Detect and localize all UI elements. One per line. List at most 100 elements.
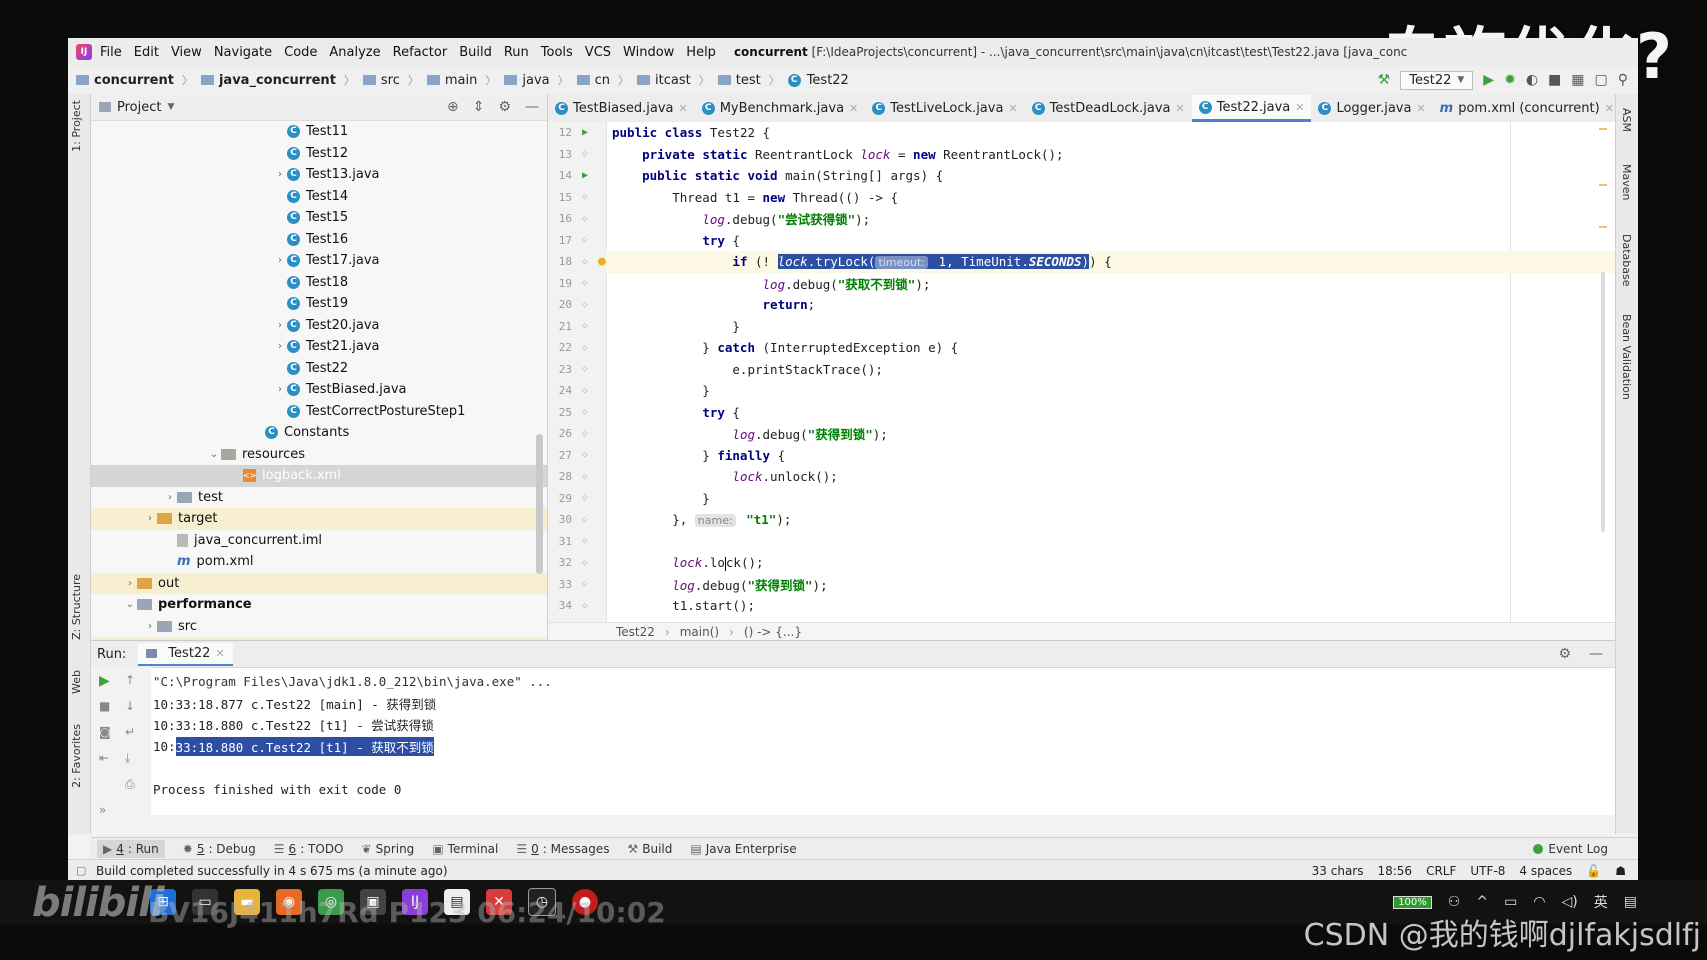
- fold-marker-icon[interactable]: ◇: [582, 149, 587, 159]
- fold-marker-icon[interactable]: ◇: [582, 300, 587, 310]
- tree-item[interactable]: › C Test20.java: [91, 315, 547, 337]
- gear-icon[interactable]: ⚙: [498, 99, 511, 115]
- scroll-to-end-icon[interactable]: ⤓: [125, 751, 130, 766]
- editor-scrollbar[interactable]: [1597, 122, 1607, 622]
- project-structure-icon[interactable]: ▦: [1571, 72, 1584, 88]
- down-arrow-icon[interactable]: ↓: [125, 699, 135, 713]
- menu-window[interactable]: Window: [623, 45, 674, 60]
- fold-marker-icon[interactable]: ◇: [582, 601, 587, 611]
- tree-item[interactable]: ⌄ performance: [91, 594, 547, 616]
- inspector-icon[interactable]: ☗: [1615, 864, 1626, 878]
- fold-marker-icon[interactable]: ◇: [582, 515, 587, 525]
- tree-item[interactable]: › C Test21.java: [91, 336, 547, 358]
- tree-item[interactable]: C Test22: [91, 358, 547, 380]
- status-bar-toggle-icon[interactable]: ▢: [76, 864, 86, 877]
- event-log-button[interactable]: Event Log: [1533, 842, 1608, 856]
- tree-item[interactable]: <> logback.xml: [91, 465, 547, 487]
- camera-icon[interactable]: ◙: [99, 725, 111, 739]
- chevron-down-icon[interactable]: ▼: [167, 102, 174, 112]
- more-icon[interactable]: »: [99, 803, 106, 817]
- editor-tab[interactable]: C Logger.java ✕: [1311, 95, 1432, 122]
- editor-breadcrumb-item[interactable]: main(): [680, 625, 719, 639]
- tool-window-button[interactable]: ☰ 6: TODO: [274, 842, 344, 856]
- tool-structure-label[interactable]: Z: Structure: [70, 574, 83, 640]
- tree-item[interactable]: C Test11: [91, 121, 547, 143]
- rerun-icon[interactable]: ▶: [99, 673, 110, 689]
- code-line[interactable]: 19 ◇ log.debug("获取不到锁");: [559, 273, 1615, 295]
- tray-expand-icon[interactable]: ^: [1476, 894, 1488, 910]
- wifi-icon[interactable]: ◠: [1533, 894, 1545, 910]
- breadcrumb-item[interactable]: main 〉: [426, 72, 496, 88]
- tree-item[interactable]: ⌄ resources: [91, 444, 547, 466]
- code-line[interactable]: 15 ◇ Thread t1 = new Thread(() -> {: [559, 187, 1615, 209]
- code-line[interactable]: 30 ◇ }, name: "t1");: [559, 509, 1615, 531]
- expand-arrow-icon[interactable]: ›: [143, 621, 157, 632]
- fold-marker-icon[interactable]: ◇: [582, 407, 587, 417]
- tree-item[interactable]: C Test15: [91, 207, 547, 229]
- tree-item[interactable]: › out: [91, 572, 547, 594]
- expand-arrow-icon[interactable]: ›: [273, 320, 287, 331]
- code-line[interactable]: 17 ◇ try {: [559, 230, 1615, 252]
- status-indent[interactable]: 4 spaces: [1519, 864, 1572, 878]
- fold-marker-icon[interactable]: ◇: [582, 214, 587, 224]
- tool-project-label[interactable]: 1: Project: [70, 100, 83, 152]
- breadcrumb-item[interactable]: C Test22: [787, 73, 849, 88]
- code-line[interactable]: 33 ◇ log.debug("获得到锁");: [559, 574, 1615, 596]
- build-hammer-icon[interactable]: ⚒: [1378, 72, 1391, 88]
- code-line[interactable]: 22 ◇ } catch (InterruptedException e) {: [559, 337, 1615, 359]
- tool-window-button[interactable]: ❦ Spring: [362, 842, 415, 856]
- tree-item[interactable]: C Test18: [91, 272, 547, 294]
- breadcrumb-item[interactable]: java 〉: [504, 72, 569, 88]
- status-caret-position[interactable]: 18:56: [1377, 864, 1412, 878]
- editor-breadcrumb-item[interactable]: () -> {...}: [744, 625, 802, 639]
- project-scrollbar[interactable]: [536, 434, 543, 574]
- expand-arrow-icon[interactable]: ›: [143, 513, 157, 524]
- editor-breadcrumb-item[interactable]: Test22: [616, 625, 655, 639]
- close-icon[interactable]: ✕: [1008, 102, 1017, 115]
- editor-tab[interactable]: C Test22.java ✕: [1191, 95, 1312, 122]
- status-encoding[interactable]: UTF-8: [1470, 864, 1505, 878]
- menu-build[interactable]: Build: [459, 45, 492, 60]
- debug-icon[interactable]: ✹: [1504, 72, 1516, 88]
- hide-icon[interactable]: —: [525, 99, 539, 115]
- code-line[interactable]: 27 ◇ } finally {: [559, 445, 1615, 467]
- run-tab-test22[interactable]: Test22 ✕: [138, 642, 233, 666]
- breadcrumb-item[interactable]: java_concurrent 〉: [200, 72, 355, 88]
- code-line[interactable]: 31 ◇: [559, 531, 1615, 553]
- search-icon[interactable]: ⚲: [1618, 72, 1628, 88]
- tree-item[interactable]: C Test16: [91, 229, 547, 251]
- code-line[interactable]: 23 ◇ e.printStackTrace();: [559, 359, 1615, 381]
- tree-item[interactable]: C TestCorrectPostureStep1: [91, 401, 547, 423]
- console-output[interactable]: "C:\Program Files\Java\jdk1.8.0_212\bin\…: [153, 671, 1615, 800]
- locate-icon[interactable]: ⊕: [447, 99, 459, 115]
- tool-window-button[interactable]: ▣ Terminal: [432, 842, 498, 856]
- fold-marker-icon[interactable]: ◇: [582, 192, 587, 202]
- tool-window-button[interactable]: ☰ 0: Messages: [516, 842, 609, 856]
- code-line[interactable]: 21 ◇ }: [559, 316, 1615, 338]
- editor-tab[interactable]: C TestBiased.java ✕: [548, 95, 695, 122]
- menu-run[interactable]: Run: [504, 45, 529, 60]
- menu-analyze[interactable]: Analyze: [329, 45, 380, 60]
- lock-icon[interactable]: 🔓: [1586, 864, 1601, 878]
- close-icon[interactable]: ✕: [215, 647, 224, 660]
- code-line[interactable]: 16 ◇ log.debug("尝试获得锁");: [559, 208, 1615, 230]
- tool-window-button[interactable]: ▤ Java Enterprise: [690, 842, 796, 856]
- breadcrumb-item[interactable]: src 〉: [362, 72, 419, 88]
- stop-icon[interactable]: ■: [1548, 72, 1561, 88]
- editor-scroll-thumb[interactable]: [1601, 272, 1605, 532]
- code-line[interactable]: 18 ◇ ● if (! lock.tryLock(timeout: 1, Time…: [559, 251, 1615, 273]
- up-arrow-icon[interactable]: ↑: [125, 673, 135, 687]
- tool-window-button[interactable]: ▶ 4: Run: [97, 840, 165, 858]
- expand-arrow-icon[interactable]: ›: [273, 255, 287, 266]
- tool-web-label[interactable]: Web: [70, 670, 83, 694]
- close-icon[interactable]: ✕: [679, 102, 688, 115]
- tree-item[interactable]: › C Test13.java: [91, 164, 547, 186]
- gear-icon[interactable]: ⚙: [1558, 646, 1571, 662]
- coverage-icon[interactable]: ◐: [1526, 72, 1538, 88]
- fold-marker-icon[interactable]: ◇: [582, 493, 587, 503]
- menu-tools[interactable]: Tools: [541, 45, 573, 60]
- tree-item[interactable]: C Test14: [91, 186, 547, 208]
- close-icon[interactable]: ✕: [849, 102, 858, 115]
- tree-item[interactable]: C Test12: [91, 143, 547, 165]
- expand-arrow-icon[interactable]: ›: [273, 341, 287, 352]
